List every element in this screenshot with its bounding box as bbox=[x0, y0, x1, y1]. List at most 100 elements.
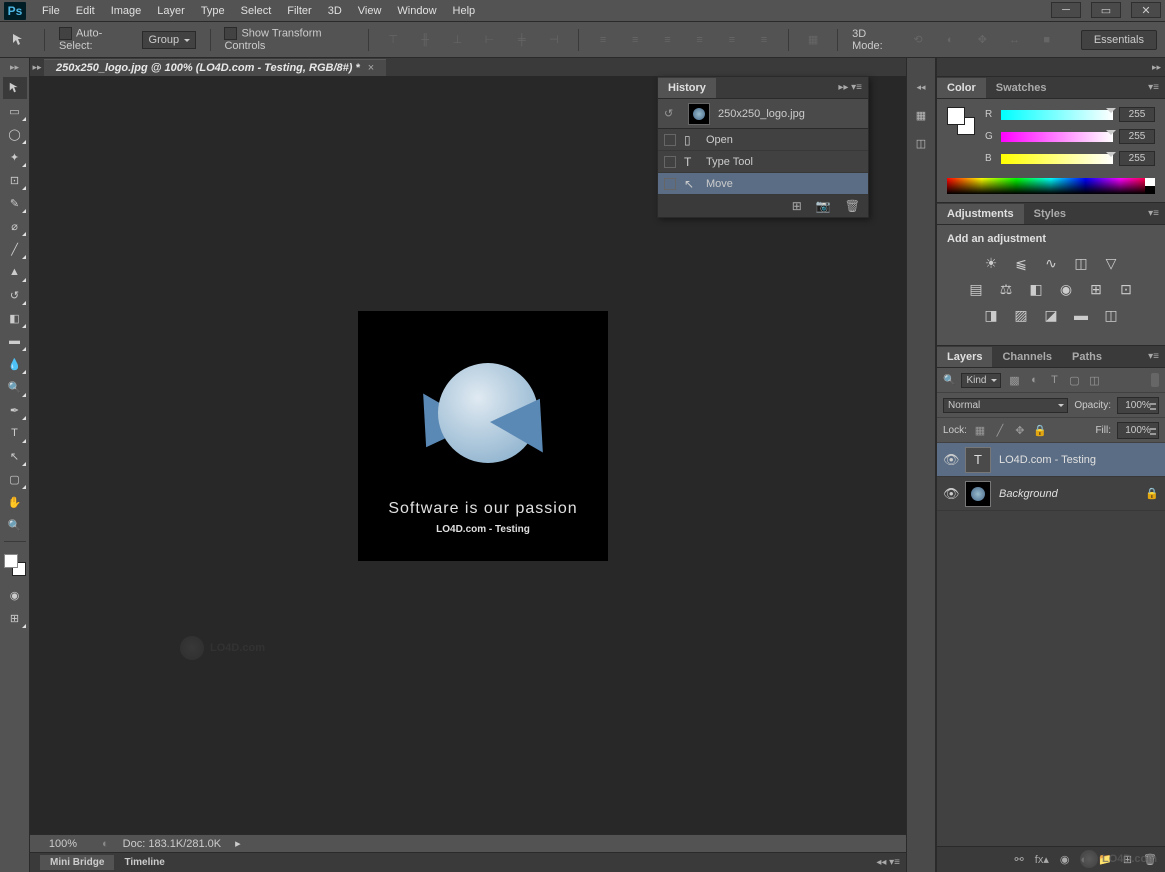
dist-right-icon[interactable]: ≡ bbox=[754, 29, 774, 51]
align-top-icon[interactable]: ⊤ bbox=[383, 29, 403, 51]
layer-item[interactable]: 👁 Background 🔒 bbox=[937, 477, 1165, 511]
crop-tool[interactable]: ⊡ bbox=[3, 169, 27, 191]
lasso-tool[interactable]: ◯ bbox=[3, 123, 27, 145]
doc-size-icon[interactable]: ◐ bbox=[102, 838, 109, 850]
bw-icon[interactable]: ◧ bbox=[1027, 281, 1045, 297]
r-value[interactable]: 255 bbox=[1119, 107, 1155, 122]
workspace-switcher[interactable]: Essentials bbox=[1081, 30, 1157, 50]
dist-hcenter-icon[interactable]: ≡ bbox=[722, 29, 742, 51]
3d-scale-icon[interactable]: ■ bbox=[1037, 29, 1057, 51]
dist-left-icon[interactable]: ≡ bbox=[690, 29, 710, 51]
g-value[interactable]: 255 bbox=[1119, 129, 1155, 144]
panel-icon-1[interactable]: ▦ bbox=[909, 104, 933, 126]
zoom-level[interactable]: 100% bbox=[38, 838, 88, 850]
r-slider[interactable] bbox=[1001, 110, 1113, 120]
levels-icon[interactable]: ⫹ bbox=[1012, 255, 1030, 271]
filter-smart-icon[interactable]: ◫ bbox=[1087, 373, 1101, 387]
heal-tool[interactable]: ⌀ bbox=[3, 215, 27, 237]
eyedropper-tool[interactable]: ✎ bbox=[3, 192, 27, 214]
auto-align-icon[interactable]: ▦ bbox=[803, 29, 823, 51]
window-menu[interactable]: Window bbox=[389, 2, 444, 20]
color-lookup-icon[interactable]: ⊡ bbox=[1117, 281, 1135, 297]
channel-mixer-icon[interactable]: ⊞ bbox=[1087, 281, 1105, 297]
pen-tool[interactable]: ✒ bbox=[3, 399, 27, 421]
dodge-tool[interactable]: 🔍 bbox=[3, 376, 27, 398]
3d-slide-icon[interactable]: ↔ bbox=[1004, 29, 1024, 51]
filter-toggle[interactable] bbox=[1151, 373, 1159, 387]
magic-wand-tool[interactable]: ✦ bbox=[3, 146, 27, 168]
auto-select-toggle[interactable]: Auto-Select: bbox=[59, 27, 130, 52]
panel-icon-2[interactable]: ◫ bbox=[909, 132, 933, 154]
history-item[interactable]: TType Tool bbox=[658, 151, 868, 173]
filter-kind[interactable]: Kind bbox=[961, 373, 1001, 388]
document-tab[interactable]: 250x250_logo.jpg @ 100% (LO4D.com - Test… bbox=[44, 59, 386, 76]
paths-tab[interactable]: Paths bbox=[1062, 347, 1112, 367]
history-item[interactable]: ↖Move bbox=[658, 173, 868, 195]
3d-pan-icon[interactable]: ✥ bbox=[972, 29, 992, 51]
color-tab[interactable]: Color bbox=[937, 78, 986, 98]
bottom-panel-collapse[interactable]: ◂◂ ▾≡ bbox=[870, 857, 906, 868]
channels-tab[interactable]: Channels bbox=[992, 347, 1062, 367]
align-right-icon[interactable]: ⊣ bbox=[544, 29, 564, 51]
view-menu[interactable]: View bbox=[350, 2, 390, 20]
gradient-tool[interactable]: ▬ bbox=[3, 330, 27, 352]
select-menu[interactable]: Select bbox=[233, 2, 280, 20]
visibility-icon[interactable]: 👁 bbox=[943, 486, 957, 502]
layers-panel-menu[interactable]: ▾≡ bbox=[1142, 351, 1165, 362]
auto-select-dropdown[interactable]: Group bbox=[142, 31, 196, 49]
maximize-window[interactable]: ▭ bbox=[1091, 2, 1121, 18]
lock-pixels-icon[interactable]: ▦ bbox=[973, 423, 987, 437]
close-window[interactable]: ✕ bbox=[1131, 2, 1161, 18]
dist-bottom-icon[interactable]: ≡ bbox=[657, 29, 677, 51]
adjustments-tab[interactable]: Adjustments bbox=[937, 204, 1024, 224]
layer-fx-icon[interactable]: fx▴ bbox=[1035, 853, 1049, 866]
fill-field[interactable]: 100% bbox=[1117, 422, 1159, 439]
type-menu[interactable]: Type bbox=[193, 2, 233, 20]
delete-state-icon[interactable]: 🗑 bbox=[845, 199, 860, 213]
posterize-icon[interactable]: ▨ bbox=[1012, 307, 1030, 323]
3d-menu[interactable]: 3D bbox=[320, 2, 350, 20]
g-slider[interactable] bbox=[1001, 132, 1113, 142]
path-tool[interactable]: ↖ bbox=[3, 445, 27, 467]
link-layers-icon[interactable]: ⚯ bbox=[1015, 853, 1024, 866]
balance-icon[interactable]: ⚖ bbox=[997, 281, 1015, 297]
lock-all-icon[interactable]: 🔒 bbox=[1033, 423, 1047, 437]
color-panel-menu[interactable]: ▾≡ bbox=[1142, 82, 1165, 93]
3d-roll-icon[interactable]: ◐ bbox=[940, 29, 960, 51]
new-doc-from-state-icon[interactable]: ⊞ bbox=[792, 199, 802, 213]
history-item[interactable]: ▯Open bbox=[658, 129, 868, 151]
layers-tab[interactable]: Layers bbox=[937, 347, 992, 367]
mini-bridge-tab[interactable]: Mini Bridge bbox=[40, 855, 114, 870]
align-hcenter-icon[interactable]: ╪ bbox=[512, 29, 532, 51]
photo-filter-icon[interactable]: ◉ bbox=[1057, 281, 1075, 297]
brush-tool[interactable]: ╱ bbox=[3, 238, 27, 260]
filter-shape-icon[interactable]: ▢ bbox=[1067, 373, 1081, 387]
zoom-tool[interactable]: 🔍 bbox=[3, 514, 27, 536]
close-tab-icon[interactable]: × bbox=[368, 62, 374, 74]
image-menu[interactable]: Image bbox=[103, 2, 150, 20]
status-flyout[interactable]: ▸ bbox=[235, 837, 241, 850]
layer-item[interactable]: 👁 T LO4D.com - Testing bbox=[937, 443, 1165, 477]
file-menu[interactable]: File bbox=[34, 2, 68, 20]
quick-mask[interactable]: ◉ bbox=[3, 584, 27, 606]
filter-menu[interactable]: Filter bbox=[279, 2, 319, 20]
blend-mode[interactable]: Normal bbox=[943, 398, 1068, 413]
filter-pixel-icon[interactable]: ▩ bbox=[1007, 373, 1021, 387]
curves-icon[interactable]: ∿ bbox=[1042, 255, 1060, 271]
shape-tool[interactable]: ▢ bbox=[3, 468, 27, 490]
vibrance-icon[interactable]: ▽ bbox=[1102, 255, 1120, 271]
layer-menu[interactable]: Layer bbox=[149, 2, 193, 20]
exposure-icon[interactable]: ◫ bbox=[1072, 255, 1090, 271]
color-spectrum[interactable] bbox=[947, 178, 1155, 194]
swatches-tab[interactable]: Swatches bbox=[986, 78, 1057, 98]
threshold-icon[interactable]: ◪ bbox=[1042, 307, 1060, 323]
show-transform-toggle[interactable]: Show Transform Controls bbox=[224, 27, 354, 52]
filter-type-icon[interactable]: T bbox=[1047, 373, 1061, 387]
opacity-field[interactable]: 100% bbox=[1117, 397, 1159, 414]
align-left-icon[interactable]: ⊢ bbox=[479, 29, 499, 51]
hand-tool[interactable]: ✋ bbox=[3, 491, 27, 513]
history-brush-tool[interactable]: ↺ bbox=[3, 284, 27, 306]
lock-paint-icon[interactable]: ╱ bbox=[993, 423, 1007, 437]
collapse-right[interactable]: ▸▸ bbox=[1152, 62, 1161, 73]
align-vcenter-icon[interactable]: ╫ bbox=[415, 29, 435, 51]
